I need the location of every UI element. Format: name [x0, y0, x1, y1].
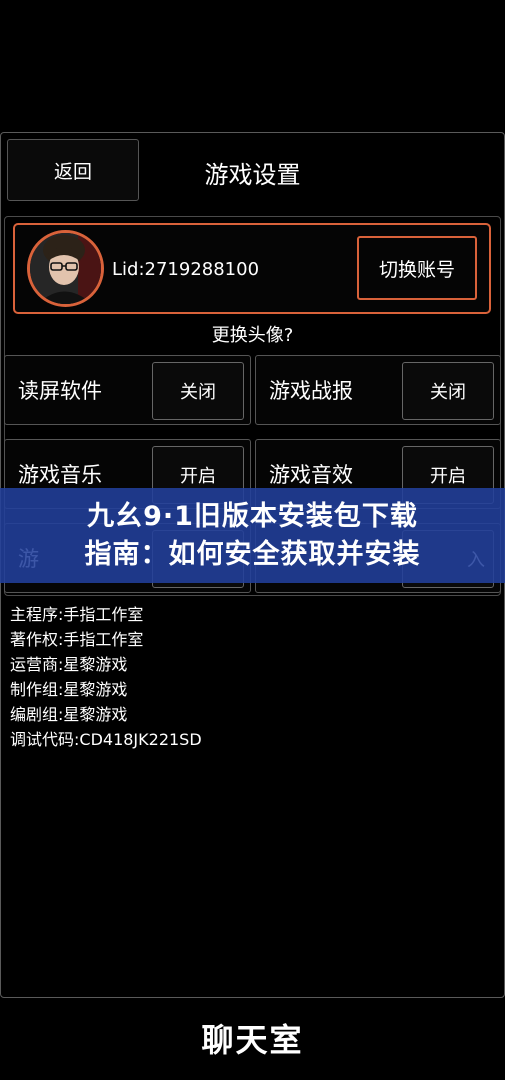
avatar-portrait-icon: [30, 233, 101, 304]
chat-room-button[interactable]: 聊天室: [0, 1015, 505, 1065]
overlay-banner: 九幺9·1旧版本安装包下载 指南：如何安全获取并安装: [0, 488, 505, 583]
setting-battle-report: 游戏战报 关闭: [255, 355, 501, 425]
battle-report-toggle-button[interactable]: 关闭: [402, 362, 494, 420]
screen-reader-toggle-button[interactable]: 关闭: [152, 362, 244, 420]
setting-screen-reader: 读屏软件 关闭: [4, 355, 251, 425]
switch-account-button[interactable]: 切换账号: [357, 236, 477, 300]
credit-line: 制作组:星黎游戏: [10, 680, 128, 699]
setting-label: 游戏音乐: [18, 463, 102, 487]
game-settings-screen: 返回 游戏设置 Lid:2719288100 切换账号 更换头像? 读屏软件 关…: [0, 0, 505, 1080]
credit-line: 主程序:手指工作室: [10, 605, 144, 624]
page-title: 游戏设置: [204, 160, 301, 189]
setting-label: 游戏音效: [269, 463, 353, 487]
banner-line-1: 九幺9·1旧版本安装包下载: [87, 500, 418, 532]
back-button[interactable]: 返回: [7, 139, 139, 201]
change-avatar-link[interactable]: 更换头像?: [170, 323, 335, 349]
credit-line: 运营商:星黎游戏: [10, 655, 128, 674]
credit-line: 著作权:手指工作室: [10, 630, 144, 649]
credit-line: 调试代码:CD418JK221SD: [10, 730, 202, 749]
banner-line-2: 指南：如何安全获取并安装: [84, 538, 421, 570]
setting-label: 游戏战报: [269, 379, 353, 403]
lid-text: Lid:2719288100: [112, 259, 260, 280]
avatar[interactable]: [27, 230, 104, 307]
setting-label: 读屏软件: [18, 379, 102, 403]
credits-list: 主程序:手指工作室 著作权:手指工作室 运营商:星黎游戏 制作组:星黎游戏 编剧…: [10, 602, 490, 752]
credit-line: 编剧组:星黎游戏: [10, 705, 128, 724]
